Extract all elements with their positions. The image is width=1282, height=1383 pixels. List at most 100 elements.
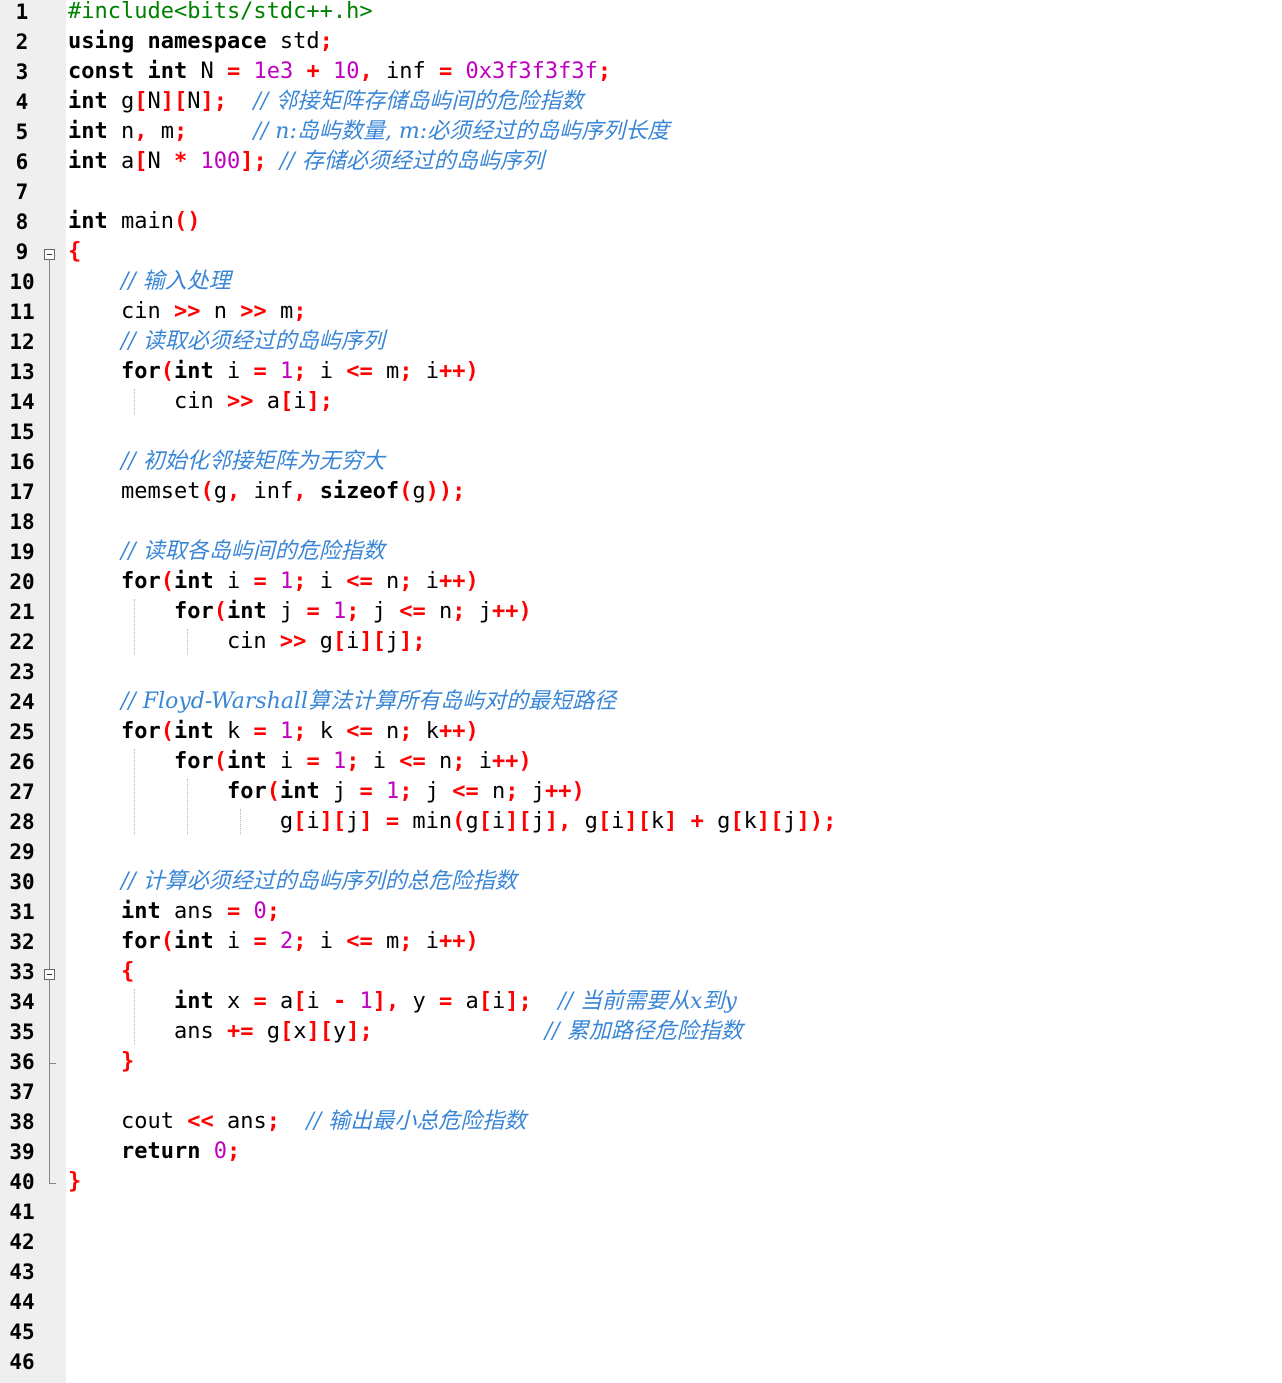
code-text-area[interactable]: #include<bits/stdc++.h> using namespace s… [66, 0, 1282, 1383]
code-token: std [266, 29, 320, 54]
code-token: ; [346, 599, 360, 624]
code-token: return [120, 1139, 201, 1164]
code-token: i [306, 809, 320, 834]
code-token: cin [68, 629, 280, 654]
code-token: ++) [438, 359, 479, 384]
line-number: 41 [9, 1200, 35, 1224]
code-token: [ [730, 809, 744, 834]
code-token: j [465, 599, 492, 624]
code-token: ++) [438, 569, 479, 594]
code-token: i [346, 629, 360, 654]
code-token: ] [664, 809, 678, 834]
code-token: ]; [346, 1019, 373, 1044]
code-token: x [293, 1019, 307, 1044]
code-token: + [306, 59, 320, 84]
code-token: int [173, 359, 214, 384]
code-token: i [491, 809, 506, 834]
code-token: g [412, 479, 426, 504]
line-number: 28 [9, 810, 35, 834]
code-token: k [306, 719, 347, 744]
indent-guide [134, 389, 136, 415]
code-token: - [332, 989, 347, 1014]
code-token: int [173, 719, 214, 744]
code-line: int a[N * 100]; // 存储必须经过的岛屿序列 [68, 147, 544, 177]
code-token: 1 [279, 359, 294, 384]
code-token: N [147, 89, 161, 114]
code-line: // 初始化邻接矩阵为无穷大 [68, 447, 385, 477]
code-token: a [107, 149, 135, 174]
fold-toggle-icon[interactable] [44, 969, 55, 980]
code-line: { [68, 957, 134, 987]
code-token: g [465, 809, 479, 834]
code-token: i [213, 569, 254, 594]
code-comment: // n:岛屿数量, m:必须经过的岛屿序列长度 [253, 119, 670, 144]
code-line: const int N = 1e3 + 10, inf = 0x3f3f3f3f… [68, 57, 611, 87]
line-number: 35 [9, 1020, 35, 1044]
code-line: int ans = 0; [68, 897, 280, 927]
code-token: ; [319, 29, 333, 54]
line-number: 34 [9, 990, 35, 1014]
code-token: , [359, 59, 373, 84]
code-token: <= [399, 749, 426, 774]
code-token: () [173, 209, 201, 234]
line-number: 20 [9, 570, 35, 594]
code-token: j [359, 599, 400, 624]
code-line: cin >> g[i][j]; [68, 627, 426, 657]
code-comment: // 初始化邻接矩阵为无穷大 [120, 449, 385, 474]
code-token: k [412, 719, 439, 744]
line-number: 19 [9, 540, 35, 564]
code-token: 100 [200, 149, 241, 174]
code-token: i [359, 749, 400, 774]
code-token: m [147, 119, 174, 144]
code-token: [ [597, 809, 612, 834]
code-line: } [68, 1047, 134, 1077]
code-token: const int [68, 59, 188, 84]
line-number: 13 [9, 360, 35, 384]
code-token: * [174, 149, 188, 174]
code-token: ( [200, 479, 214, 504]
code-token: , [134, 119, 148, 144]
code-token: ]; [200, 89, 228, 114]
line-number: 39 [9, 1140, 35, 1164]
code-token: k [213, 719, 254, 744]
code-comment: // Floyd-Warshall算法计算所有岛屿对的最短路径 [120, 689, 617, 714]
code-token: g [571, 809, 598, 834]
code-token: ][ [624, 809, 651, 834]
fold-toggle-icon[interactable] [44, 249, 55, 260]
code-editor[interactable]: 1 2 3 4 5 6 7 8 9 10 11 12 13 14 15 16 17 18 19 20 21 22 23 24 2… [0, 0, 1282, 1383]
code-token: ( [160, 929, 174, 954]
code-token: + [690, 809, 704, 834]
line-number: 37 [9, 1080, 35, 1104]
code-token: i [213, 929, 254, 954]
code-token: << [187, 1109, 214, 1134]
line-number: 16 [9, 450, 35, 474]
code-line: return 0; [68, 1137, 240, 1167]
code-token: i [465, 749, 492, 774]
code-token: ( [266, 779, 280, 804]
code-token: >> [226, 389, 254, 414]
line-number: 44 [9, 1290, 35, 1314]
code-token: i [412, 929, 439, 954]
code-line: cin >> a[i]; [68, 387, 333, 417]
code-token: 1 [385, 779, 400, 804]
line-number: 26 [9, 750, 35, 774]
code-line: } [68, 1167, 81, 1197]
code-token: ++) [491, 749, 532, 774]
line-number: 33 [9, 960, 35, 984]
code-token: ] [359, 809, 373, 834]
code-token: ++) [438, 929, 479, 954]
code-line: g[i][j] = min(g[i][j], g[i][k] + g[k][j]… [68, 807, 836, 837]
code-line: int g[N][N]; // 邻接矩阵存储岛屿间的危险指数 [68, 87, 583, 117]
code-token: memset [68, 479, 201, 504]
code-token: ][ [505, 809, 532, 834]
